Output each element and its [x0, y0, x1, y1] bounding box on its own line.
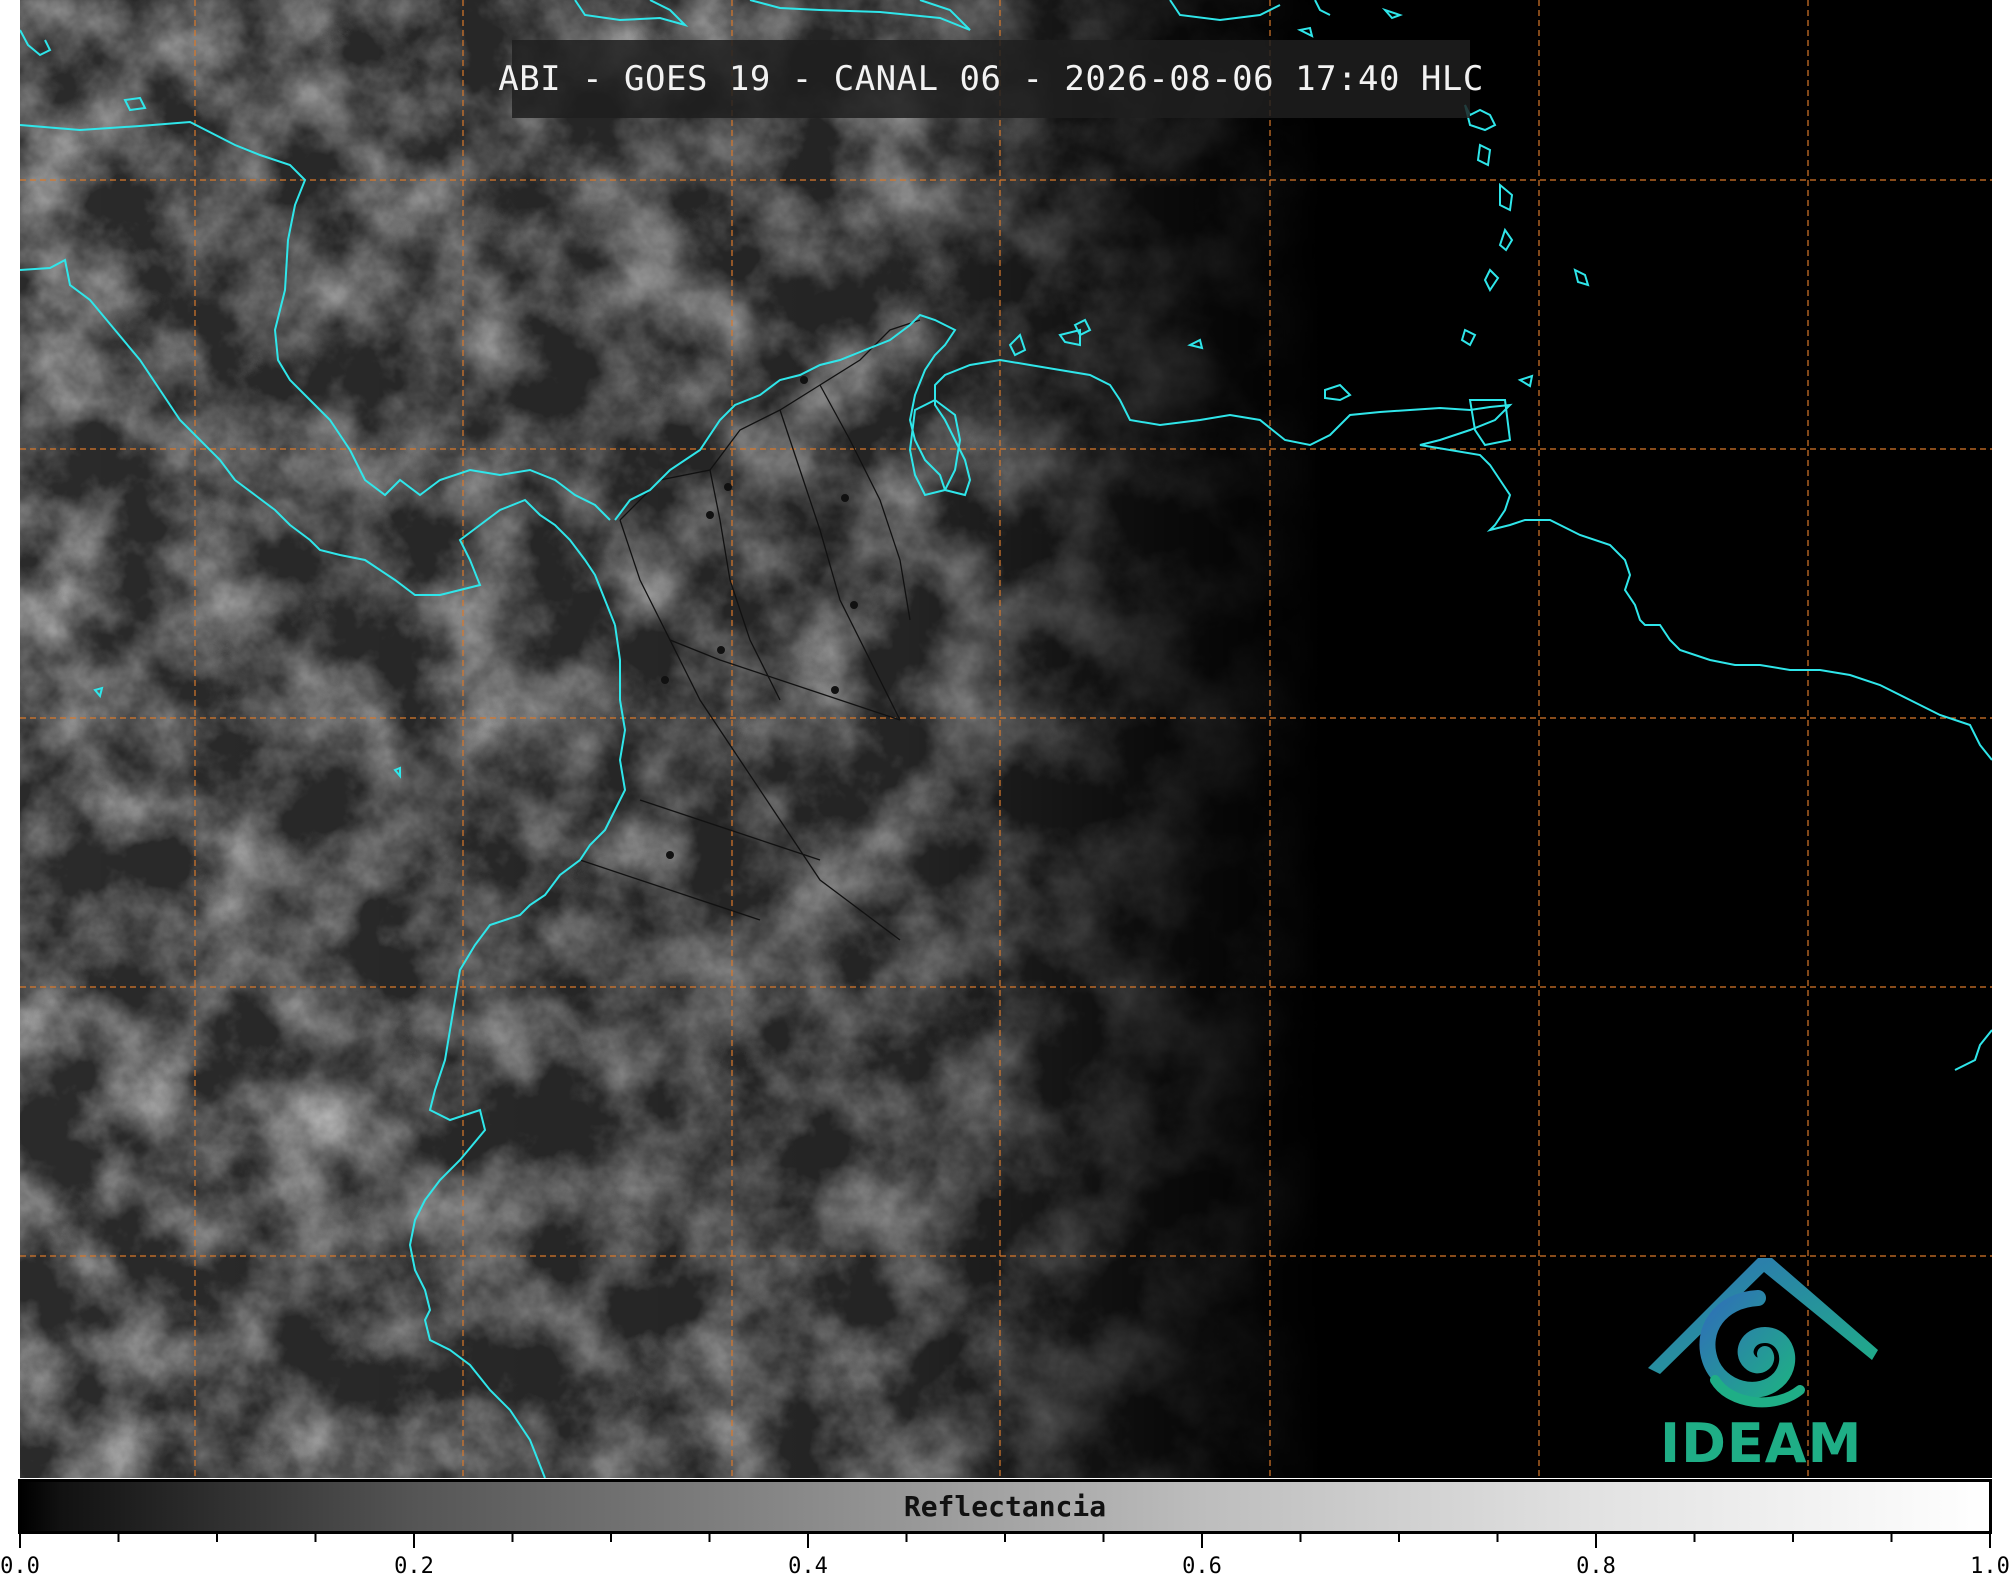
colorbar-tick-label: 1.0 — [1970, 1554, 2010, 1579]
colorbar-tick-label: 0.4 — [788, 1554, 828, 1579]
ideam-logo-text: IDEAM — [1660, 1412, 1863, 1475]
title-box: ABI - GOES 19 - CANAL 06 - 2026-08-06 17… — [498, 40, 1483, 118]
colorbar-tick-label: 0.0 — [0, 1554, 40, 1579]
colorbar-tick-label: 0.2 — [394, 1554, 434, 1579]
colorbar-tick-label: 0.8 — [1576, 1554, 1616, 1579]
colorbar-tick-label: 0.6 — [1182, 1554, 1222, 1579]
colorbar-label: Reflectancia — [903, 1490, 1107, 1523]
map-title: ABI - GOES 19 - CANAL 06 - 2026-08-06 17… — [498, 59, 1484, 99]
reflectance-colorbar: Reflectancia — [18, 1479, 1992, 1534]
colorbar-ticks — [19, 1534, 1991, 1548]
